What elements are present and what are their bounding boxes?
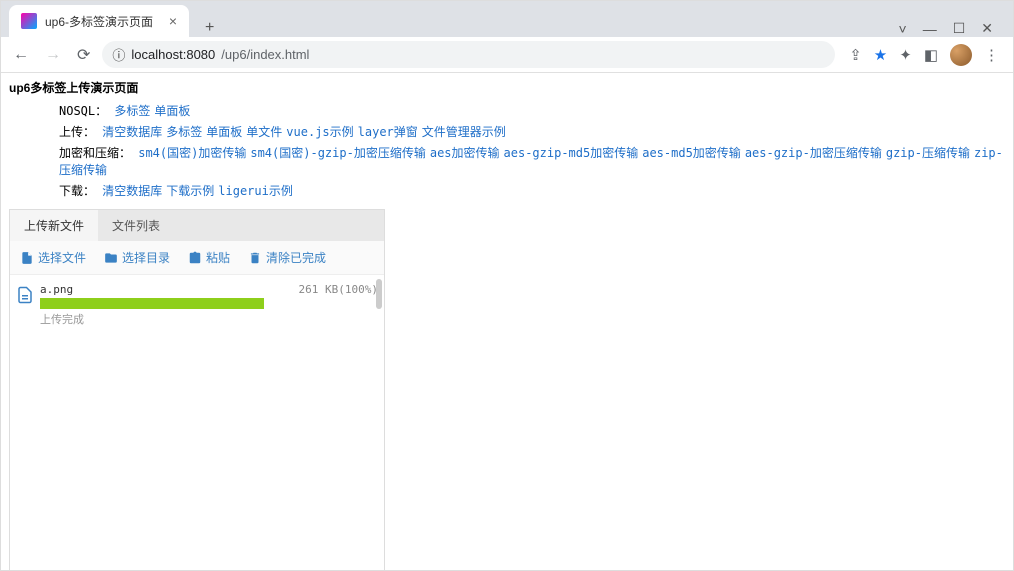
nav-link[interactable]: gzip-压缩传输: [886, 146, 970, 160]
clear-button[interactable]: 清除已完成: [248, 249, 326, 266]
nav-link[interactable]: 单文件: [246, 125, 282, 139]
url-host: localhost: [131, 47, 182, 62]
minimize-icon[interactable]: —: [923, 21, 937, 37]
nav-link[interactable]: 文件管理器示例: [422, 125, 506, 139]
panel-tabs: 上传新文件文件列表: [10, 210, 384, 241]
panel-toolbar: 选择文件 选择目录 粘贴 清除已完成: [10, 241, 384, 275]
info-icon[interactable]: ⓘ: [112, 45, 125, 64]
row-label: 上传：: [59, 125, 102, 139]
clear-icon: [248, 251, 262, 265]
reload-icon[interactable]: ⟳: [73, 41, 94, 69]
back-icon[interactable]: ←: [9, 42, 33, 68]
page-title: up6多标签上传演示页面: [9, 79, 1005, 96]
file-name: a.png: [40, 283, 73, 296]
folder-button[interactable]: 选择目录: [104, 249, 170, 266]
nav-link[interactable]: 清空数据库: [102, 184, 162, 198]
scrollbar[interactable]: [376, 279, 382, 309]
upload-panel: 上传新文件文件列表 选择文件 选择目录 粘贴 清除已完成 a.png 261 KB(10…: [9, 209, 385, 570]
progress-bar: [40, 298, 264, 309]
nav-link[interactable]: 清空数据库: [102, 125, 162, 139]
panel-tab[interactable]: 文件列表: [98, 210, 174, 241]
nav-link[interactable]: sm4(国密)加密传输: [138, 146, 246, 160]
tab-title: up6-多标签演示页面: [45, 13, 153, 30]
nav-link[interactable]: 单面板: [206, 125, 242, 139]
new-tab-button[interactable]: +: [197, 19, 222, 37]
browser-toolbar: ← → ⟳ ⓘ localhost:8080/up6/index.html ⇪ …: [1, 37, 1013, 73]
paste-button[interactable]: 粘贴: [188, 249, 230, 266]
file-list: a.png 261 KB(100%) 上传完成: [10, 275, 384, 570]
browser-tab[interactable]: up6-多标签演示页面 ×: [9, 5, 189, 37]
link-row: 加密和压缩： sm4(国密)加密传输 sm4(国密)-gzip-加密压缩传输 aes…: [59, 144, 1005, 178]
url-port: :8080: [183, 47, 216, 62]
toolbar-item-label: 粘贴: [206, 249, 230, 266]
close-window-icon[interactable]: ✕: [981, 20, 993, 37]
paste-icon: [188, 251, 202, 265]
nav-link[interactable]: 多标签: [166, 125, 202, 139]
nav-link[interactable]: aes-gzip-加密压缩传输: [745, 146, 882, 160]
close-icon[interactable]: ×: [169, 13, 177, 29]
maximize-icon[interactable]: ☐: [953, 20, 966, 37]
nav-link[interactable]: sm4(国密)-gzip-加密压缩传输: [250, 146, 425, 160]
nav-link[interactable]: vue.js示例: [286, 125, 353, 139]
nav-link[interactable]: aes加密传输: [430, 146, 500, 160]
toolbar-item-label: 选择目录: [122, 249, 170, 266]
share-icon[interactable]: ⇪: [849, 46, 862, 64]
page-content: up6多标签上传演示页面 NOSQL： 多标签单面板上传： 清空数据库多标签单面…: [1, 73, 1013, 570]
toolbar-item-label: 选择文件: [38, 249, 86, 266]
link-row: NOSQL： 多标签单面板: [59, 102, 1005, 119]
row-label: NOSQL：: [59, 104, 114, 118]
address-bar[interactable]: ⓘ localhost:8080/up6/index.html: [102, 41, 835, 68]
row-label: 加密和压缩：: [59, 146, 138, 160]
url-path: /up6/index.html: [221, 47, 309, 62]
nav-link[interactable]: aes-md5加密传输: [642, 146, 741, 160]
row-label: 下载：: [59, 184, 102, 198]
link-section: NOSQL： 多标签单面板上传： 清空数据库多标签单面板单文件vue.js示例l…: [9, 102, 1005, 199]
file-icon: [16, 284, 34, 306]
sidepanel-icon[interactable]: ◧: [924, 46, 938, 64]
chevron-down-icon[interactable]: ˅: [899, 21, 907, 37]
file-row: a.png 261 KB(100%) 上传完成: [16, 281, 378, 329]
forward-icon[interactable]: →: [41, 42, 65, 68]
folder-icon: [104, 251, 118, 265]
link-row: 上传： 清空数据库多标签单面板单文件 vue.js示例 layer弹窗文件管理器示例: [59, 123, 1005, 140]
file-button[interactable]: 选择文件: [20, 249, 86, 266]
file-icon: [20, 251, 34, 265]
nav-link[interactable]: 多标签: [114, 104, 150, 118]
nav-link[interactable]: ligerui示例: [218, 184, 293, 198]
file-status: 上传完成: [40, 311, 378, 327]
window-controls: ˅ — ☐ ✕: [887, 20, 1005, 37]
file-size: 261 KB(100%): [299, 283, 378, 296]
nav-link[interactable]: layer弹窗: [358, 125, 418, 139]
nav-link[interactable]: 下载示例: [166, 184, 214, 198]
toolbar-item-label: 清除已完成: [266, 249, 326, 266]
browser-tab-bar: up6-多标签演示页面 × + ˅ — ☐ ✕: [1, 1, 1013, 37]
tab-favicon: [21, 13, 37, 29]
link-row: 下载： 清空数据库下载示例 ligerui示例: [59, 182, 1005, 199]
nav-link[interactable]: 单面板: [154, 104, 190, 118]
extensions-icon[interactable]: ✦: [899, 46, 912, 64]
panel-tab[interactable]: 上传新文件: [10, 210, 98, 241]
nav-link[interactable]: aes-gzip-md5加密传输: [504, 146, 639, 160]
menu-icon[interactable]: ⋮: [984, 46, 999, 64]
avatar[interactable]: [950, 44, 972, 66]
star-icon[interactable]: ★: [874, 46, 887, 64]
